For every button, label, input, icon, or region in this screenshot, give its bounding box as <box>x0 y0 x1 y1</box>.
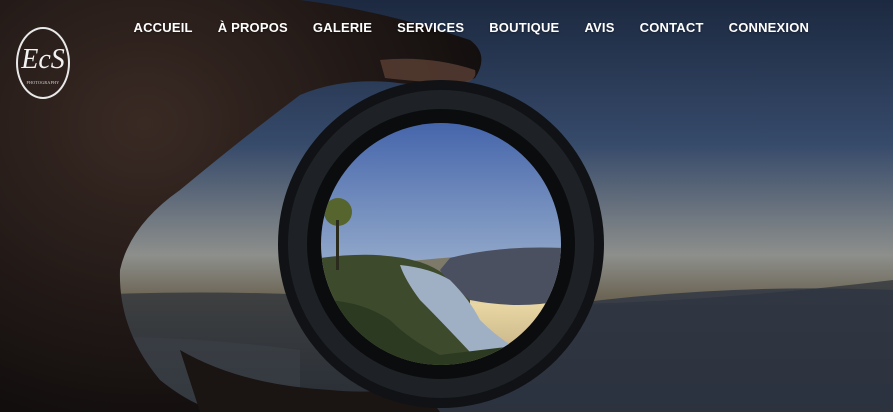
logo-subtitle: PHOTOGRAPHY <box>26 79 60 85</box>
nav-item-services[interactable]: SERVICES <box>385 18 477 37</box>
nav-item-accueil[interactable]: ACCUEIL <box>121 18 205 37</box>
nav-item-galerie[interactable]: GALERIE <box>300 18 384 37</box>
main-nav: ACCUEIL À PROPOS GALERIE SERVICES BOUTIQ… <box>121 18 822 37</box>
nav-item-contact[interactable]: CONTACT <box>627 18 716 37</box>
logo[interactable]: EcS PHOTOGRAPHY <box>16 27 70 99</box>
hero-banner: EcS PHOTOGRAPHY ACCUEIL À PROPOS GALERIE… <box>0 0 893 412</box>
nav-item-boutique[interactable]: BOUTIQUE <box>477 18 572 37</box>
nav-item-connexion[interactable]: CONNEXION <box>716 18 822 37</box>
nav-item-avis[interactable]: AVIS <box>572 18 627 37</box>
hero-background-image <box>0 0 893 412</box>
nav-item-a-propos[interactable]: À PROPOS <box>205 18 300 37</box>
logo-mark: EcS <box>21 43 65 75</box>
